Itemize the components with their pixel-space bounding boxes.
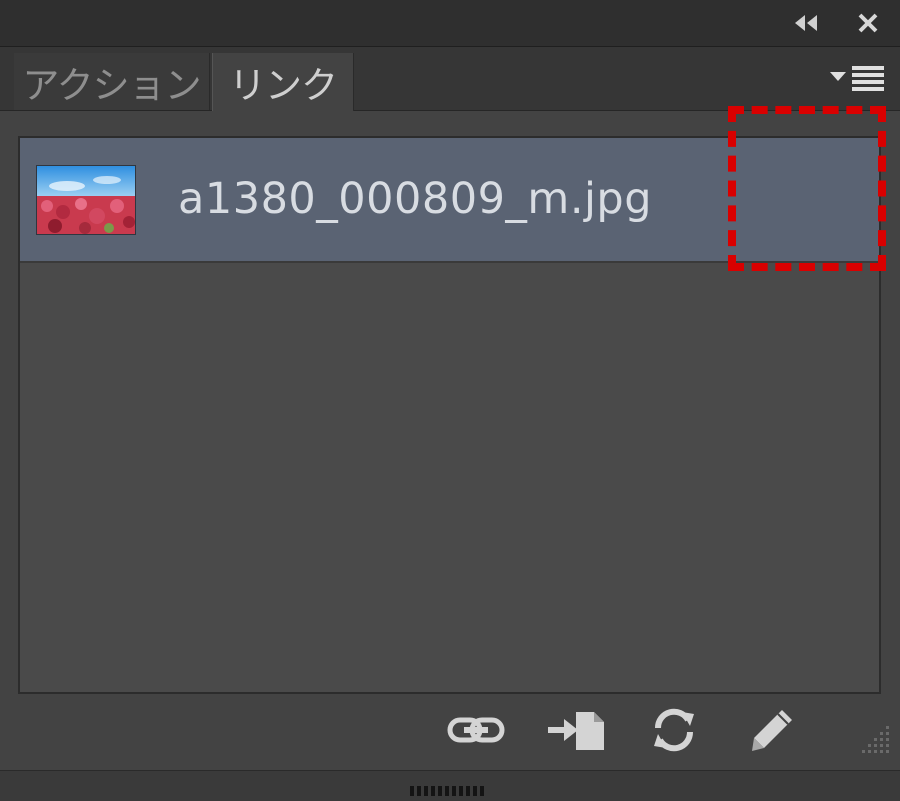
resize-grip-icon[interactable]: [852, 720, 894, 762]
edit-original-button[interactable]: [740, 706, 804, 754]
tab-links-label: リンク: [229, 64, 338, 107]
close-panel-button[interactable]: [852, 7, 884, 39]
collapse-panel-button[interactable]: [790, 7, 822, 39]
update-link-button[interactable]: [642, 706, 706, 754]
tab-bar: アクション リンク: [0, 47, 900, 111]
drag-handle-icon[interactable]: [410, 781, 488, 796]
panel-menu-icon: [830, 66, 884, 91]
edit-original-icon: [752, 710, 792, 751]
close-icon: [858, 13, 878, 33]
panel-footer: [0, 770, 900, 801]
links-panel: アクション リンク a1380_000809_m.jpg: [0, 0, 900, 801]
highlight-annotation: [728, 106, 886, 271]
relink-icon: [447, 717, 505, 743]
go-to-link-button[interactable]: [544, 706, 608, 754]
relink-button[interactable]: [444, 706, 508, 754]
tab-links[interactable]: リンク: [212, 53, 354, 111]
panel-menu-button[interactable]: [826, 61, 888, 97]
links-toolbar: [0, 695, 900, 767]
update-link-icon: [654, 708, 694, 752]
go-to-link-icon: [548, 712, 604, 750]
tab-actions[interactable]: アクション: [14, 53, 210, 110]
panel-titlebar[interactable]: [0, 0, 900, 47]
link-filename: a1380_000809_m.jpg: [178, 174, 653, 224]
double-chevron-left-icon: [795, 15, 817, 31]
image-thumbnail-icon: [36, 165, 136, 235]
tab-actions-label: アクション: [22, 63, 201, 107]
